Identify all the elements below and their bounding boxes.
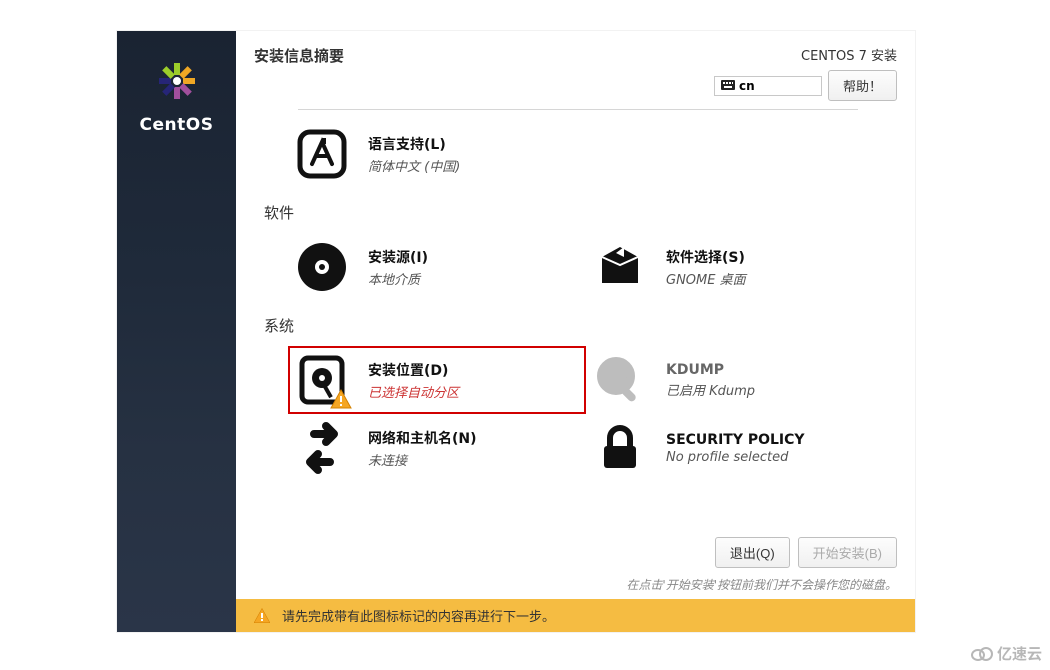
installer-window: CentOS 安装信息摘要 CENTOS 7 安装 cn 帮助！ xyxy=(117,31,915,632)
warning-triangle-icon xyxy=(254,608,270,624)
spoke-installation-source[interactable]: 安装源(I) 本地介质 xyxy=(288,233,586,301)
topbar: 安装信息摘要 CENTOS 7 安装 cn 帮助！ xyxy=(236,31,915,101)
spoke-title: KDUMP xyxy=(666,362,755,378)
spoke-language-support[interactable]: 语言支持(L) 简体中文 (中国) xyxy=(288,120,586,188)
keyboard-icon xyxy=(721,79,735,93)
brand-name: CentOS xyxy=(140,115,214,135)
spoke-title: 安装源(I) xyxy=(368,247,428,267)
centos-logo-icon xyxy=(157,61,197,101)
spoke-status: 已选择自动分区 xyxy=(368,382,459,401)
spoke-status: 本地介质 xyxy=(368,269,428,288)
spoke-status: No profile selected xyxy=(666,450,805,465)
category-system: 系统 xyxy=(264,315,897,336)
disc-icon xyxy=(294,239,350,295)
page-title: 安装信息摘要 xyxy=(254,45,344,66)
spoke-status: 未连接 xyxy=(368,450,477,469)
spoke-kdump[interactable]: KDUMP 已启用 Kdump xyxy=(586,346,884,414)
harddisk-icon xyxy=(294,352,350,408)
spoke-title: 安装位置(D) xyxy=(368,360,459,380)
magnifier-icon xyxy=(592,352,648,408)
main-panel: 安装信息摘要 CENTOS 7 安装 cn 帮助！ xyxy=(236,31,915,632)
watermark: 亿速云 xyxy=(971,643,1042,664)
package-icon xyxy=(592,239,648,295)
warning-bar[interactable]: 请先完成带有此图标标记的内容再进行下一步。 xyxy=(236,599,915,632)
spoke-software-selection[interactable]: 软件选择(S) GNOME 桌面 xyxy=(586,233,884,301)
footer: 退出(Q) 开始安装(B) 在点击'开始安装'按钮前我们并不会操作您的磁盘。 xyxy=(236,529,915,599)
warning-bar-text: 请先完成带有此图标标记的内容再进行下一步。 xyxy=(282,606,555,625)
network-arrows-icon xyxy=(294,420,350,476)
product-name: CENTOS 7 安装 xyxy=(801,45,897,64)
spoke-installation-destination[interactable]: 安装位置(D) 已选择自动分区 xyxy=(288,346,586,414)
lock-icon xyxy=(592,420,648,476)
category-software: 软件 xyxy=(264,202,897,223)
footer-note: 在点击'开始安装'按钮前我们并不会操作您的磁盘。 xyxy=(626,576,897,593)
divider xyxy=(298,109,858,110)
language-icon xyxy=(294,126,350,182)
top-right: CENTOS 7 安装 cn 帮助！ xyxy=(714,45,897,101)
keyboard-layout-label: cn xyxy=(739,79,755,93)
keyboard-indicator[interactable]: cn xyxy=(714,76,822,96)
spoke-security-policy[interactable]: SECURITY POLICY No profile selected xyxy=(586,414,884,482)
quit-button[interactable]: 退出(Q) xyxy=(715,537,790,568)
spoke-title: 网络和主机名(N) xyxy=(368,428,477,448)
sidebar: CentOS xyxy=(117,31,236,632)
spoke-network-hostname[interactable]: 网络和主机名(N) 未连接 xyxy=(288,414,586,482)
spoke-title: 软件选择(S) xyxy=(666,247,746,267)
spoke-status: 已启用 Kdump xyxy=(666,380,755,399)
watermark-text: 亿速云 xyxy=(997,643,1042,664)
warning-triangle-icon xyxy=(330,388,352,410)
spoke-title: 语言支持(L) xyxy=(368,134,460,154)
hub-content: 语言支持(L) 简体中文 (中国) 软件 安装源(I) 本地介质 xyxy=(236,101,915,529)
help-button[interactable]: 帮助！ xyxy=(828,70,897,101)
spoke-status: GNOME 桌面 xyxy=(666,269,746,288)
spoke-status: 简体中文 (中国) xyxy=(368,156,460,175)
begin-install-button[interactable]: 开始安装(B) xyxy=(798,537,897,568)
spoke-title: SECURITY POLICY xyxy=(666,432,805,448)
